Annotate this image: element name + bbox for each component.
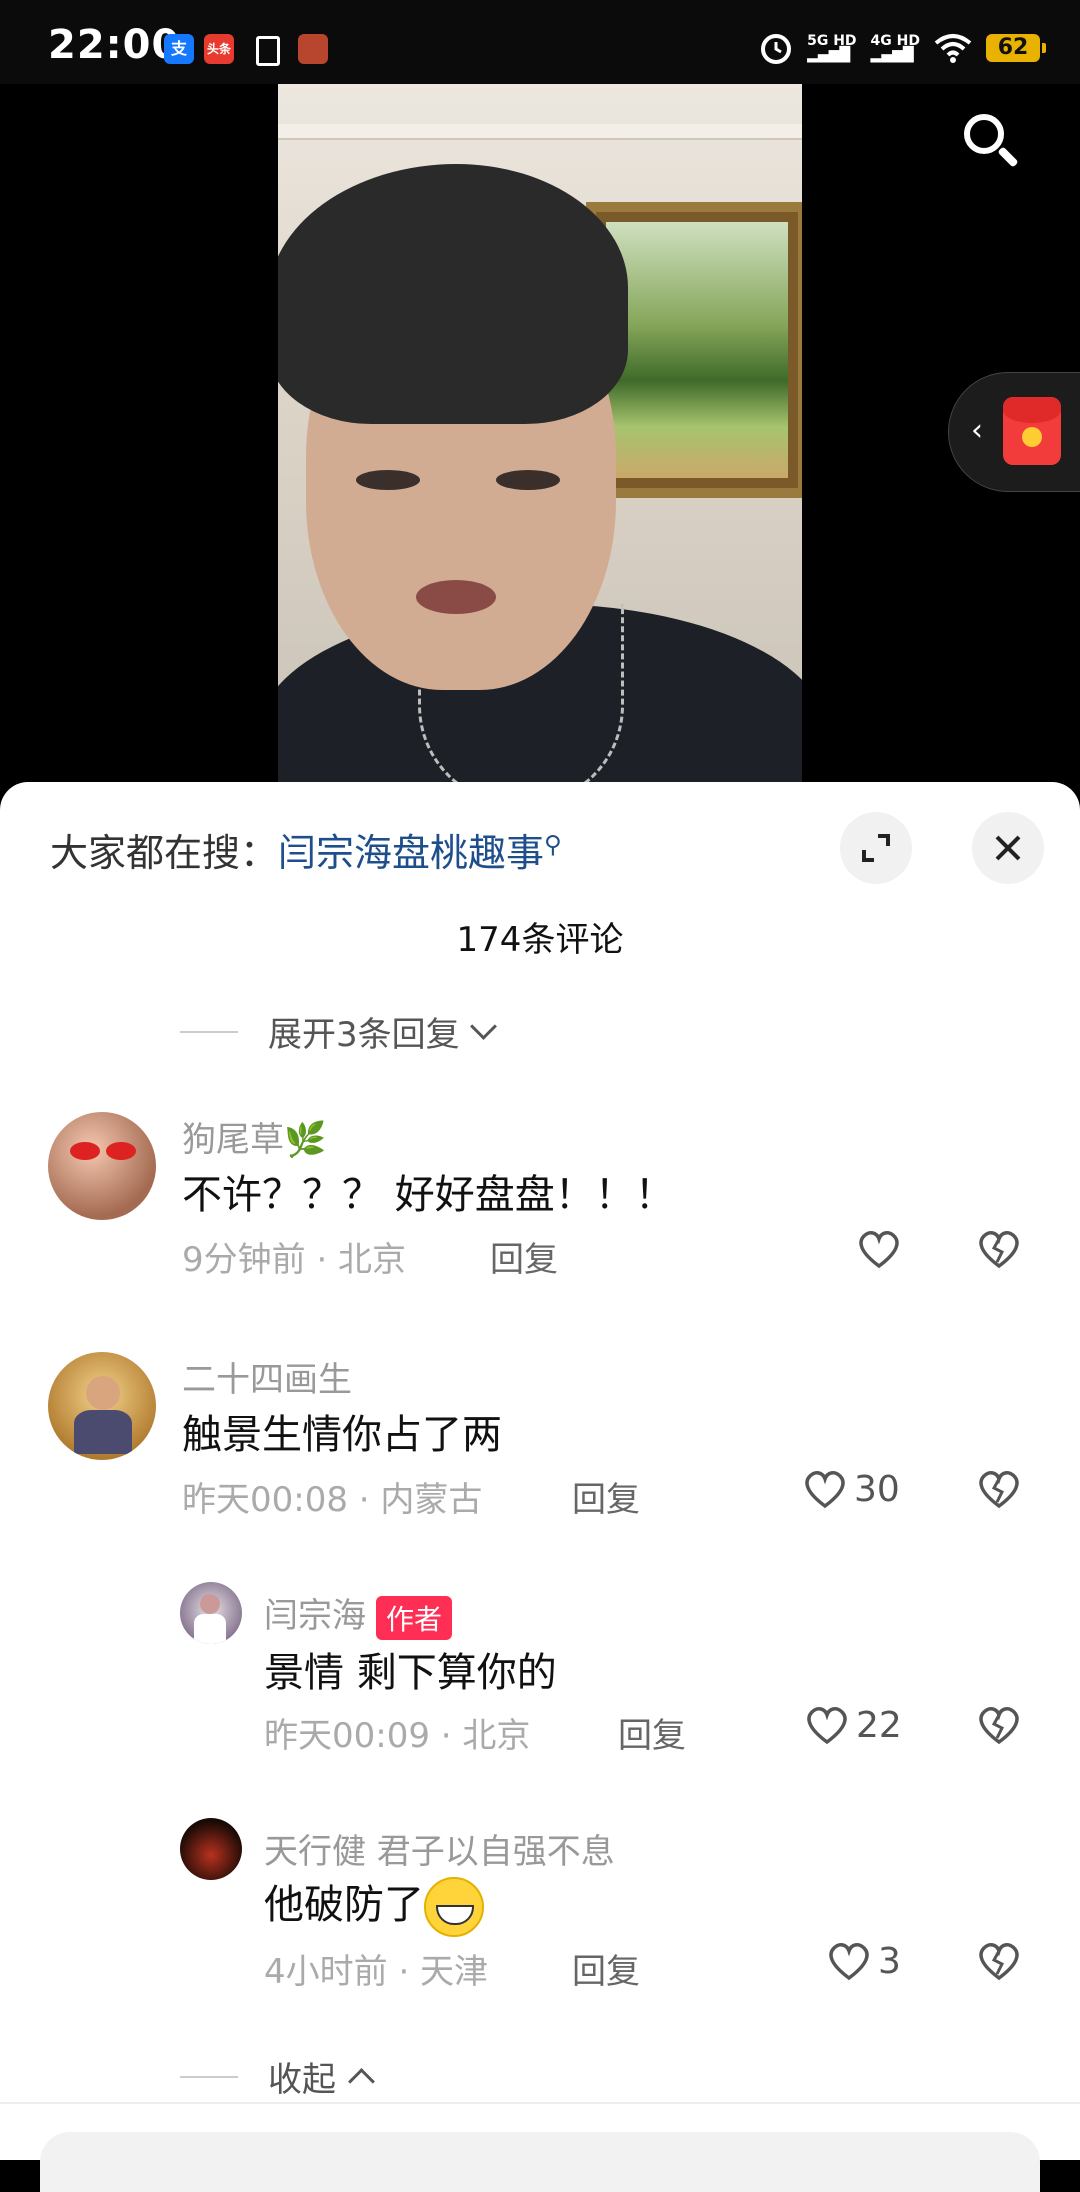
reply-time-location: 4小时前 · 天津	[264, 1952, 489, 1992]
hot-search-term[interactable]: 闫宗海盘桃趣事	[278, 831, 544, 875]
status-bar: 22:00 支 头条 5G HD ▂▄▆█ 4G HD ▂▄▆█ 62	[0, 0, 1080, 84]
net-label-5g: 5G HD	[807, 33, 857, 49]
comment-panel: 大家都在搜：闫宗海盘桃趣事⚲ 174条评论 展开3条回复 狗尾草🌿 不许？？？ …	[0, 782, 1080, 2192]
net-label-4g: 4G HD	[870, 33, 920, 49]
avatar[interactable]	[48, 1112, 156, 1220]
dislike-broken-heart-icon[interactable]	[976, 1704, 1022, 1746]
chevron-left-icon: ‹	[971, 413, 983, 448]
wifi-icon	[934, 34, 972, 63]
alipay-app-icon: 支	[164, 34, 194, 64]
collapse-label: 收起	[268, 2060, 336, 2100]
dislike-broken-heart-icon[interactable]	[976, 1228, 1022, 1270]
red-packet-icon	[1003, 397, 1061, 465]
avatar[interactable]	[180, 1818, 242, 1880]
reply-username[interactable]: 闫宗海 作者	[264, 1588, 453, 1640]
reply-button[interactable]: 回复	[572, 1944, 640, 1993]
alarm-icon	[761, 34, 792, 64]
like-button[interactable]: 3	[826, 1940, 901, 1982]
bottom-divider	[0, 2102, 1080, 2104]
reply-button[interactable]: 回复	[490, 1232, 558, 1281]
heart-icon	[829, 1942, 869, 1981]
avatar[interactable]	[48, 1352, 156, 1460]
reply-button[interactable]: 回复	[572, 1472, 640, 1521]
divider-dash	[180, 1030, 238, 1033]
comment-input-bar[interactable]	[40, 2132, 1040, 2192]
reply-text-content: 他破防了	[264, 1882, 424, 1928]
battery-indicator: 62	[986, 34, 1046, 62]
comment-username[interactable]: 二十四画生	[182, 1352, 352, 1401]
reply-button[interactable]: 回复	[618, 1708, 686, 1757]
grinning-emoji-icon	[424, 1877, 484, 1937]
comment-username[interactable]: 狗尾草🌿	[182, 1112, 326, 1161]
red-packet-tab[interactable]: ‹	[948, 372, 1080, 492]
heart-icon	[805, 1470, 845, 1509]
close-panel-button[interactable]	[972, 812, 1044, 884]
person-hair	[278, 164, 628, 424]
network-4g: 4G HD ▂▄▆█	[870, 33, 920, 63]
reply-time-location: 昨天00:09 · 北京	[264, 1716, 531, 1756]
author-badge: 作者	[376, 1595, 453, 1640]
close-icon	[995, 835, 1021, 861]
dislike-broken-heart-icon[interactable]	[976, 1468, 1022, 1510]
game-app-icon	[298, 34, 328, 64]
like-count: 22	[856, 1704, 902, 1746]
chevron-up-icon	[348, 2068, 375, 2095]
like-button[interactable]: 30	[802, 1468, 900, 1510]
expand-replies-button[interactable]: 展开3条回复	[180, 1007, 497, 1056]
like-button[interactable]: 22	[804, 1704, 902, 1746]
expand-replies-label: 展开3条回复	[268, 1015, 460, 1055]
like-count: 3	[878, 1940, 901, 1982]
status-time: 22:00	[48, 22, 181, 68]
reply-text: 景情 剩下算你的	[264, 1650, 557, 1696]
network-5g: 5G HD ▂▄▆█	[807, 33, 857, 63]
comment-time-location: 9分钟前 · 北京	[182, 1240, 407, 1280]
status-right: 5G HD ▂▄▆█ 4G HD ▂▄▆█ 62	[759, 28, 1046, 68]
reply-username-text: 闫宗海	[264, 1596, 366, 1636]
reply-username[interactable]: 天行健 君子以自强不息	[264, 1824, 615, 1873]
comment-text: 不许？？？ 好好盘盘！！！	[182, 1172, 675, 1218]
divider-dash	[180, 2075, 238, 2078]
dislike-broken-heart-icon[interactable]	[976, 1940, 1022, 1982]
wall-molding	[278, 124, 802, 140]
hot-search-row[interactable]: 大家都在搜：闫宗海盘桃趣事⚲	[50, 822, 562, 877]
comment-text: 触景生情你占了两	[182, 1412, 502, 1458]
expand-panel-button[interactable]	[840, 812, 912, 884]
battery-saver-icon	[256, 36, 280, 66]
like-count: 30	[854, 1468, 900, 1510]
comment-count: 174条评论	[456, 920, 624, 960]
heart-icon	[859, 1230, 899, 1269]
video-frame	[278, 84, 802, 784]
toutiao-app-icon: 头条	[204, 34, 234, 64]
like-button[interactable]	[856, 1228, 902, 1270]
comment-time-location: 昨天00:08 · 内蒙古	[182, 1480, 483, 1520]
video-player[interactable]: ‹	[0, 84, 1080, 784]
search-small-icon: ⚲	[544, 830, 562, 859]
expand-icon	[862, 834, 890, 862]
chevron-down-icon	[469, 1013, 497, 1040]
avatar[interactable]	[180, 1582, 242, 1644]
heart-icon	[807, 1706, 847, 1745]
hot-search-prefix: 大家都在搜：	[50, 831, 279, 875]
search-icon[interactable]	[964, 114, 1004, 154]
reply-text: 他破防了	[264, 1872, 484, 1937]
collapse-replies-button[interactable]: 收起	[180, 2052, 375, 2101]
